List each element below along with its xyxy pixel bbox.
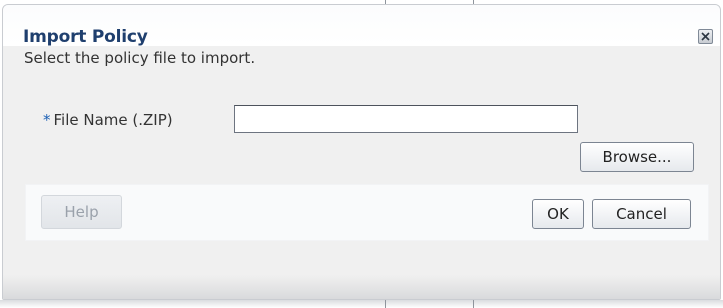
dialog-titlebar: Import Policy — [3, 5, 720, 47]
help-button[interactable]: Help — [41, 195, 122, 229]
background-line — [473, 300, 474, 308]
instruction-text: Select the policy file to import. — [24, 49, 256, 67]
import-policy-dialog: Import Policy Select the policy file to … — [2, 4, 721, 300]
required-marker: * — [43, 111, 51, 129]
file-name-label-text: File Name (.ZIP) — [53, 111, 173, 129]
background-line — [385, 300, 386, 308]
file-name-row: * File Name (.ZIP) — [3, 103, 720, 135]
ok-button[interactable]: OK — [532, 199, 584, 229]
close-icon[interactable] — [698, 29, 713, 44]
dialog-title: Import Policy — [23, 27, 148, 47]
file-name-label: * File Name (.ZIP) — [43, 111, 173, 129]
browse-button[interactable]: Browse... — [580, 142, 694, 172]
file-name-input[interactable] — [234, 105, 578, 133]
dialog-footer-shade — [3, 275, 720, 299]
dialog-shadow — [0, 300, 723, 308]
cancel-button[interactable]: Cancel — [592, 199, 691, 229]
